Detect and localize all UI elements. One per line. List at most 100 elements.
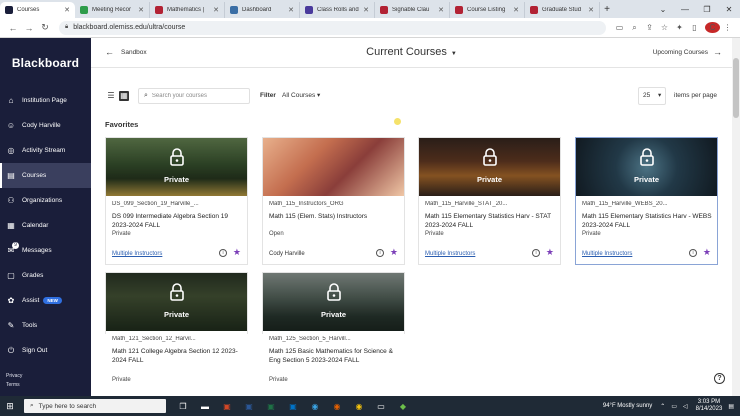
info-icon[interactable]: i xyxy=(532,249,540,257)
zoom-icon[interactable]: ⌕ xyxy=(627,23,642,33)
tab-close-icon[interactable]: ✕ xyxy=(138,6,144,14)
cast-icon[interactable]: ▭ xyxy=(612,23,627,32)
close-window-icon[interactable]: ✕ xyxy=(718,5,740,14)
privacy-link[interactable]: Privacy xyxy=(6,372,22,381)
scrollbar-thumb[interactable] xyxy=(733,58,739,118)
firefox-icon[interactable]: ◉ xyxy=(326,402,348,411)
course-instructor[interactable]: Multiple Instructors xyxy=(425,251,475,257)
clock[interactable]: 3:03 PM 8/14/2023 xyxy=(696,399,723,413)
help-icon[interactable]: ? xyxy=(714,373,725,384)
tab-close-icon[interactable]: ✕ xyxy=(213,6,219,14)
file-explorer-icon[interactable]: ▬ xyxy=(194,402,216,411)
info-icon[interactable]: i xyxy=(689,249,697,257)
course-thumbnail[interactable]: Private xyxy=(576,138,717,196)
sidebar-item-institution-page[interactable]: ⌂ Institution Page xyxy=(0,88,91,113)
course-thumbnail[interactable] xyxy=(263,138,404,196)
browser-menu-icon[interactable]: ⋮ xyxy=(720,23,735,32)
course-card[interactable]: Private Math_115_Harville_WEBS_20... Math … xyxy=(575,137,718,265)
course-card[interactable]: Math_115_Instructors_ORG Math 115 (Elem. … xyxy=(262,137,405,265)
browser-tab[interactable]: Class Rolls and ✕ xyxy=(300,2,375,18)
excel-icon[interactable]: ▣ xyxy=(260,402,282,411)
tab-close-icon[interactable]: ✕ xyxy=(588,6,594,14)
browser-tab[interactable]: Mathematics | ✕ xyxy=(150,2,225,18)
chrome-icon[interactable]: ◉ xyxy=(348,402,370,411)
edge-icon[interactable]: ◉ xyxy=(304,402,326,411)
course-thumbnail[interactable]: Private xyxy=(106,273,247,331)
list-view-icon[interactable]: ☰ xyxy=(106,91,116,101)
tab-search-icon[interactable]: ⌄ xyxy=(652,5,674,14)
powerpoint-icon[interactable]: ▣ xyxy=(216,402,238,411)
page-scrollbar[interactable] xyxy=(732,38,740,396)
browser-tab[interactable]: Dashboard ✕ xyxy=(225,2,300,18)
back-arrow-icon[interactable]: ← xyxy=(5,23,21,33)
volume-icon[interactable]: ◁ xyxy=(683,403,688,410)
course-name[interactable]: DS 099 Intermediate Algebra Section 19 2… xyxy=(112,212,244,230)
bookmark-star-icon[interactable]: ☆ xyxy=(657,23,672,32)
course-thumbnail[interactable]: Private xyxy=(106,138,247,196)
sidebar-item-activity-stream[interactable]: ◎ Activity Stream xyxy=(0,138,91,163)
taskbar-search[interactable]: ⌕ Type here to search xyxy=(24,399,166,413)
favorite-star-icon[interactable]: ★ xyxy=(546,247,554,258)
course-thumbnail[interactable]: Private xyxy=(419,138,560,196)
new-tab-button[interactable]: + xyxy=(600,2,614,18)
browser-tab[interactable]: Signable Clau ✕ xyxy=(375,2,450,18)
browser-tab[interactable]: Courses ✕ xyxy=(0,2,75,18)
reload-icon[interactable]: ↻ xyxy=(37,22,53,33)
remote-desktop-icon[interactable]: ▭ xyxy=(370,402,392,411)
course-card[interactable]: Private DS_099_Section_19_Harville_... DS … xyxy=(105,137,248,265)
course-instructor[interactable]: Multiple Instructors xyxy=(582,251,632,257)
course-name[interactable]: Math 115 Elementary Statistics Harv - WE… xyxy=(582,212,714,230)
blackboard-logo[interactable]: Blackboard xyxy=(0,38,91,88)
forward-arrow-icon[interactable]: → xyxy=(21,23,37,33)
url-bar[interactable]: 🔒︎ blackboard.olemiss.edu/ultra/course xyxy=(59,20,606,35)
grid-view-icon[interactable]: ▦ xyxy=(119,91,129,101)
course-name[interactable]: Math 115 Elementary Statistics Harv - ST… xyxy=(425,212,557,230)
sidebar-item-organizations[interactable]: ⚇ Organizations xyxy=(0,188,91,213)
tab-close-icon[interactable]: ✕ xyxy=(288,6,294,14)
course-card[interactable]: Private Math_125_Section_5_Harvill... Math… xyxy=(262,272,405,383)
info-icon[interactable]: i xyxy=(219,249,227,257)
tab-close-icon[interactable]: ✕ xyxy=(513,6,519,14)
weather-widget[interactable]: 94°F Mostly sunny xyxy=(603,403,652,409)
sidebar-item-sign-out[interactable]: ⏻ Sign Out xyxy=(0,338,91,363)
extensions-icon[interactable]: ✦ xyxy=(672,23,687,32)
tab-close-icon[interactable]: ✕ xyxy=(438,6,444,14)
sidebar-item-cody-harville[interactable]: ☺ Cody Harville xyxy=(0,113,91,138)
share-icon[interactable]: ⇪ xyxy=(642,23,657,32)
sidebar-item-calendar[interactable]: ▦ Calendar xyxy=(0,213,91,238)
favorite-star-icon[interactable]: ★ xyxy=(390,247,398,258)
greenshot-icon[interactable]: ◆ xyxy=(392,402,414,411)
course-name[interactable]: Math 121 College Algebra Section 12 2023… xyxy=(112,347,244,365)
page-title[interactable]: Current Courses ▼ xyxy=(91,46,732,58)
sidebar-item-courses[interactable]: ▤ Courses xyxy=(0,163,91,188)
tab-close-icon[interactable]: ✕ xyxy=(363,6,369,14)
per-page-select[interactable]: 25 ▾ xyxy=(638,87,666,105)
sidebar-item-grades[interactable]: ▢ Grades xyxy=(0,263,91,288)
course-name[interactable]: Math 125 Basic Mathematics for Science &… xyxy=(269,347,401,365)
windows-start-icon[interactable]: ⊞ xyxy=(0,401,20,412)
course-card[interactable]: Private Math_121_Section_12_Harvil... Math… xyxy=(105,272,248,383)
maximize-icon[interactable]: ❐ xyxy=(696,5,718,14)
sidepanel-icon[interactable]: ▯ xyxy=(687,23,702,32)
notifications-icon[interactable]: ▤ xyxy=(728,403,734,410)
browser-tab[interactable]: Graduate Stud ✕ xyxy=(525,2,600,18)
profile-avatar[interactable]: C xyxy=(705,22,720,33)
tray-arrow-icon[interactable]: ⌃ xyxy=(660,403,665,410)
browser-tab[interactable]: Meeting Recor ✕ xyxy=(75,2,150,18)
course-name[interactable]: Math 115 (Elem. Stats) Instructors xyxy=(269,212,401,221)
filter-select[interactable]: All Courses ▾ xyxy=(282,91,320,99)
course-search-input[interactable] xyxy=(151,93,242,99)
terms-link[interactable]: Terms xyxy=(6,381,22,390)
favorite-star-icon[interactable]: ★ xyxy=(703,247,711,258)
outlook-icon[interactable]: ▣ xyxy=(282,402,304,411)
course-card[interactable]: Private Math_115_Harville_STAT_20... Math … xyxy=(418,137,561,265)
task-view-icon[interactable]: ❐ xyxy=(172,402,194,411)
sidebar-item-tools[interactable]: ✎ Tools xyxy=(0,313,91,338)
sidebar-item-messages[interactable]: ✉ 9 Messages xyxy=(0,238,91,263)
upcoming-courses-link[interactable]: Upcoming Courses xyxy=(653,49,708,56)
course-thumbnail[interactable]: Private xyxy=(263,273,404,331)
tab-close-icon[interactable]: ✕ xyxy=(64,6,70,14)
sidebar-item-assist[interactable]: ✿ Assist NEW xyxy=(0,288,91,313)
browser-tab[interactable]: Course Listing ✕ xyxy=(450,2,525,18)
word-icon[interactable]: ▣ xyxy=(238,402,260,411)
